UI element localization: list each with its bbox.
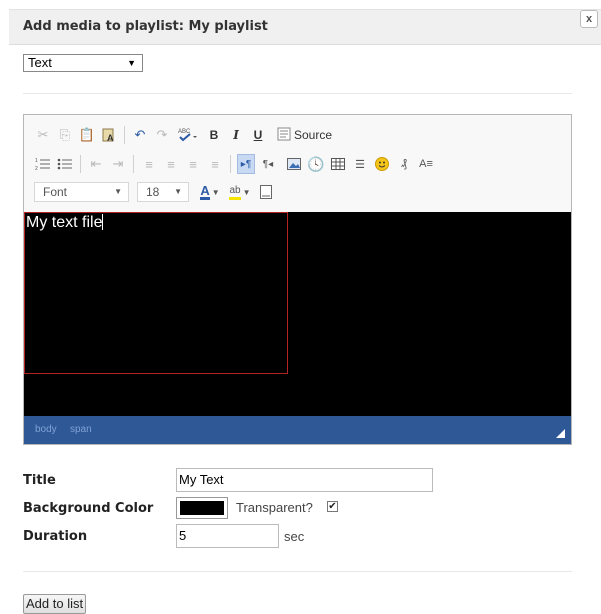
font-combo-value: Font (43, 185, 68, 199)
source-label: Source (294, 128, 333, 142)
background-color-icon: ab (229, 185, 241, 200)
editor-text[interactable]: My text file (26, 214, 104, 232)
align-right-icon[interactable]: ≡ (184, 154, 202, 174)
background-color-label: Background Color (23, 501, 154, 516)
underline-button[interactable]: U (249, 125, 267, 145)
divider (23, 571, 572, 572)
font-size-combo[interactable]: 18 ▼ (137, 182, 189, 202)
dialog-title: Add media to playlist: My playlist (23, 19, 268, 34)
color-swatch-fill (180, 501, 224, 515)
duration-label: Duration (23, 529, 88, 544)
bold-button[interactable]: B (205, 125, 223, 145)
source-icon (277, 127, 291, 144)
align-justify-icon[interactable]: ≡ (206, 154, 224, 174)
duration-input[interactable]: 5 (176, 524, 279, 548)
media-type-value: Text (28, 55, 52, 70)
toolbar-separator (133, 155, 134, 173)
text-color-icon: A (200, 183, 210, 200)
chevron-down-icon: ▼ (174, 187, 182, 196)
text-direction-ltr-icon[interactable]: ▸¶ (237, 154, 255, 174)
svg-text:A: A (107, 133, 114, 143)
chevron-down-icon: ▼ (242, 187, 251, 197)
undo-icon[interactable]: ↶ (131, 125, 149, 145)
title-label: Title (23, 473, 56, 488)
toolbar-separator (80, 155, 81, 173)
path-item-body[interactable]: body (35, 424, 57, 435)
duration-unit: sec (284, 529, 305, 544)
svg-text:1: 1 (35, 158, 38, 164)
title-input[interactable]: My Text (176, 468, 433, 492)
editor-toolbar: ✂ ⎘ 📋 A ↶ ↷ ABC B I U Source 1 2 ⇤ ⇥ ≡ ≡… (24, 115, 571, 212)
paste-icon[interactable]: 📋 (78, 125, 96, 145)
toolbar-separator (230, 155, 231, 173)
font-size-value: 18 (146, 185, 160, 199)
horizontal-rule-icon[interactable]: ☰ (351, 154, 369, 174)
remove-format-icon[interactable]: A≡ (417, 154, 435, 174)
source-button[interactable]: Source (277, 125, 332, 145)
dialog-header: Add media to playlist: My playlist (9, 9, 601, 45)
toolbar-row-1: ✂ ⎘ 📋 A ↶ ↷ ABC B I U Source (34, 124, 336, 146)
bulleted-list-icon[interactable] (56, 154, 74, 174)
italic-button[interactable]: I (227, 125, 245, 145)
numbered-list-icon[interactable]: 12 (34, 154, 52, 174)
path-item-span[interactable]: span (70, 424, 92, 435)
table-icon[interactable] (329, 154, 347, 174)
indent-icon[interactable]: ⇥ (109, 154, 127, 174)
special-char-icon[interactable]: ₰ (395, 154, 413, 174)
toolbar-separator (124, 126, 125, 144)
svg-text:2: 2 (35, 166, 38, 171)
transparent-checkbox[interactable]: ✔ (327, 501, 338, 512)
paste-text-icon[interactable]: A (100, 125, 118, 145)
spellcheck-icon[interactable]: ABC (175, 125, 201, 145)
media-type-select[interactable]: Text ▼ (23, 54, 143, 72)
text-span-highlight: My text file (24, 212, 288, 374)
chevron-down-icon: ▼ (211, 187, 220, 197)
redo-icon[interactable]: ↷ (153, 125, 171, 145)
maximize-icon[interactable] (257, 182, 275, 202)
transparent-label: Transparent? (236, 500, 313, 515)
divider (23, 93, 572, 94)
resize-handle-icon[interactable] (556, 429, 565, 438)
toolbar-row-2: 12 ⇤ ⇥ ≡ ≡ ≡ ≡ ▸¶ ¶◂ 🕓 ☰ ₰ A≡ (34, 153, 439, 175)
background-color-button[interactable]: ab ▼ (227, 182, 253, 202)
editor-text-value: My text file (26, 214, 103, 231)
editor-content-area[interactable]: My text file (24, 212, 571, 416)
cut-icon[interactable]: ✂ (34, 125, 52, 145)
chevron-down-icon: ▼ (114, 187, 122, 196)
close-button[interactable]: x (580, 10, 598, 28)
text-caret (102, 214, 104, 230)
add-to-list-button[interactable]: Add to list (23, 594, 87, 614)
image-icon[interactable] (285, 154, 303, 174)
background-color-picker[interactable] (176, 497, 228, 519)
text-direction-rtl-icon[interactable]: ¶◂ (259, 154, 277, 174)
font-combo[interactable]: Font ▼ (34, 182, 129, 202)
copy-icon[interactable]: ⎘ (56, 125, 74, 145)
rich-text-editor: ✂ ⎘ 📋 A ↶ ↷ ABC B I U Source 1 2 ⇤ ⇥ ≡ ≡… (23, 114, 572, 445)
outdent-icon[interactable]: ⇤ (87, 154, 105, 174)
editor-statusbar: body span (24, 416, 571, 444)
toolbar-row-3: Font ▼ 18 ▼ A ▼ ab ▼ (34, 181, 279, 203)
dropdown-arrow-icon: ▼ (127, 58, 136, 68)
clock-icon[interactable]: 🕓 (307, 154, 325, 174)
text-color-button[interactable]: A ▼ (197, 182, 223, 202)
align-center-icon[interactable]: ≡ (162, 154, 180, 174)
smiley-icon[interactable] (373, 154, 391, 174)
align-left-icon[interactable]: ≡ (140, 154, 158, 174)
